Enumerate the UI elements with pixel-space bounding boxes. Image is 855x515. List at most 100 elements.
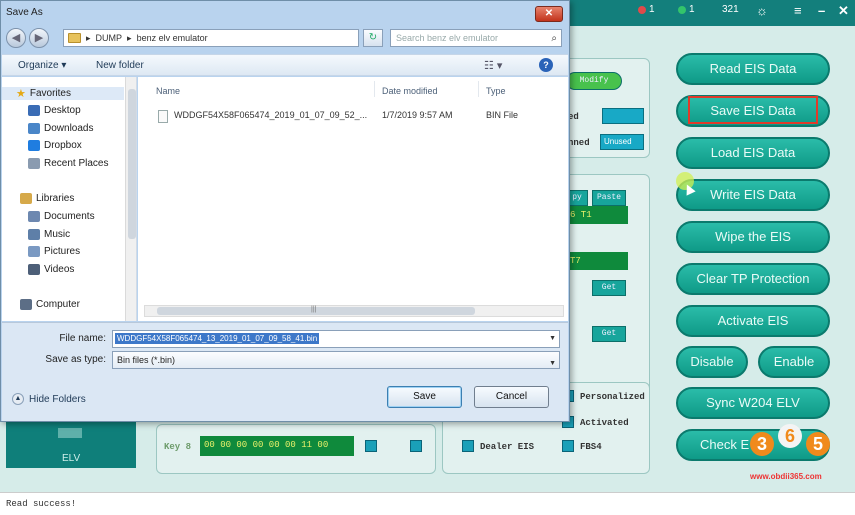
music-icon	[28, 229, 40, 240]
nav-pictures[interactable]: Pictures	[28, 246, 80, 257]
load-eis-data-button[interactable]: Load EIS Data	[676, 137, 830, 169]
elv-tile[interactable]: ELV	[6, 420, 136, 468]
star-icon: ★	[16, 88, 26, 100]
save-as-type-label: Save as type:	[45, 354, 106, 365]
nav-libraries[interactable]: Libraries	[20, 193, 74, 204]
elv-logo-icon	[58, 428, 82, 438]
forward-arrow-icon: ▶	[34, 32, 44, 44]
file-date: 1/7/2019 9:57 AM	[382, 110, 453, 120]
value-box-1[interactable]	[602, 108, 644, 124]
breadcrumb-benz-elv-emulator[interactable]: benz elv emulator	[137, 33, 208, 43]
watermark: 3 6 5 www.obdii365.com	[748, 424, 834, 488]
save-as-dialog: Save As ✕ ◀ ▶ ▸ DUMP ▸ benz elv emulator…	[0, 0, 570, 422]
modify-button[interactable]: Modify	[566, 72, 622, 90]
new-folder-button[interactable]: New folder	[96, 60, 144, 71]
clear-tp-protection-button[interactable]: Clear TP Protection	[676, 263, 830, 295]
fbs4-checkbox[interactable]	[562, 440, 574, 452]
nav-documents[interactable]: Documents	[28, 211, 95, 222]
key-field-t7: T7	[566, 252, 628, 270]
downloads-icon	[28, 123, 40, 134]
get-button-2[interactable]: Get	[592, 326, 626, 342]
activate-eis-button[interactable]: Activate EIS	[676, 305, 830, 337]
file-row[interactable]: WDDGF54X58F065474_2019_01_07_09_52_... 1…	[154, 107, 554, 123]
dealer-eis-checkbox[interactable]	[462, 440, 474, 452]
column-name[interactable]: Name	[156, 86, 180, 96]
activated-label: Activated	[580, 418, 629, 428]
minimize-icon[interactable]: –	[818, 3, 825, 18]
breadcrumb-dump[interactable]: DUMP	[96, 33, 123, 43]
file-name-label: File name:	[59, 333, 106, 344]
watermark-digit-3: 5	[806, 432, 830, 456]
sync-w204-elv-button[interactable]: Sync W204 ELV	[676, 387, 830, 419]
disable-button[interactable]: Disable	[676, 346, 748, 378]
chevron-down-icon[interactable]: ▼	[549, 356, 556, 372]
file-name-value: WDDGF54X58F065474_13_2019_01_07_09_58_41…	[115, 333, 320, 344]
get-button-1[interactable]: Get	[592, 280, 626, 296]
search-icon: ⌕	[551, 33, 557, 44]
videos-icon	[28, 264, 40, 275]
chevron-down-icon[interactable]: ▼	[549, 335, 556, 342]
personalized-label: Personalized	[580, 392, 645, 402]
enable-button[interactable]: Enable	[758, 346, 830, 378]
key8-action[interactable]	[410, 440, 422, 452]
documents-icon	[28, 211, 40, 222]
refresh-button[interactable]: ↻	[363, 29, 383, 47]
help-icon[interactable]: ?	[539, 58, 553, 72]
save-button[interactable]: Save	[387, 386, 462, 408]
chevron-up-icon: ▲	[12, 393, 24, 405]
wipe-eis-button[interactable]: Wipe the EIS	[676, 221, 830, 253]
forward-button[interactable]: ▶	[29, 28, 49, 48]
fbs4-label: FBS4	[580, 442, 602, 452]
save-form: File name: WDDGF54X58F065474_13_2019_01_…	[2, 322, 568, 421]
nav-computer[interactable]: Computer	[20, 299, 80, 310]
unused-box: Unused	[600, 134, 644, 150]
scroll-grip-icon: |||	[311, 306, 317, 313]
dropbox-icon	[28, 140, 40, 151]
paste-button[interactable]: Paste	[592, 190, 626, 206]
save-as-type-select[interactable]: Bin files (*.bin) ▼	[112, 351, 560, 369]
nav-scrollbar[interactable]	[125, 77, 136, 321]
save-button-highlight	[688, 96, 818, 124]
menu-icon[interactable]: ≡	[794, 3, 802, 18]
file-name-input[interactable]: WDDGF54X58F065474_13_2019_01_07_09_58_41…	[112, 330, 560, 348]
close-icon[interactable]: ✕	[838, 3, 849, 19]
nav-favorites[interactable]: ★ Favorites	[2, 87, 124, 100]
heart-icon	[638, 5, 646, 14]
organize-menu[interactable]: Organize ▾	[18, 60, 66, 71]
read-eis-data-button[interactable]: Read EIS Data	[676, 53, 830, 85]
back-button[interactable]: ◀	[6, 28, 26, 48]
key-field-t1: 6 T1	[566, 206, 628, 224]
horizontal-scrollbar[interactable]: |||	[144, 305, 564, 317]
key8-checkbox[interactable]	[365, 440, 377, 452]
nav-downloads[interactable]: Downloads	[28, 123, 93, 134]
view-options-icon[interactable]: ☷ ▾	[484, 59, 502, 72]
desktop-icon	[28, 105, 40, 116]
file-type: BIN File	[486, 110, 519, 120]
cancel-button[interactable]: Cancel	[474, 386, 549, 408]
indicator-green: 1	[678, 4, 695, 15]
refresh-icon: ↻	[368, 32, 378, 43]
back-arrow-icon: ◀	[11, 32, 21, 44]
nav-recent-places[interactable]: Recent Places	[28, 158, 108, 169]
dealer-eis-label: Dealer EIS	[480, 442, 535, 452]
bulb-icon[interactable]: ☼	[756, 3, 768, 18]
column-date-modified[interactable]: Date modified	[382, 86, 438, 96]
watermark-digit-2: 6	[778, 424, 802, 448]
search-input[interactable]: Search benz elv emulator ⌕	[390, 29, 562, 47]
column-type[interactable]: Type	[486, 86, 506, 96]
address-bar[interactable]: ▸ DUMP ▸ benz elv emulator ▼	[63, 29, 417, 47]
dialog-close-button[interactable]: ✕	[535, 6, 563, 22]
close-icon: ✕	[544, 8, 554, 19]
write-eis-data-button[interactable]: Write EIS Data	[676, 179, 830, 211]
nav-dropbox[interactable]: Dropbox	[28, 140, 82, 151]
watermark-digit-1: 3	[750, 432, 774, 456]
command-bar: Organize ▾ New folder ☷ ▾ ?	[2, 54, 568, 76]
status-text: Read success!	[6, 499, 77, 509]
hide-folders-toggle[interactable]: ▲ Hide Folders	[12, 393, 86, 405]
nav-desktop[interactable]: Desktop	[28, 105, 81, 116]
indicator-count: 321	[722, 4, 739, 15]
nav-music[interactable]: Music	[28, 229, 70, 240]
nav-videos[interactable]: Videos	[28, 264, 74, 275]
watermark-url: www.obdii365.com	[750, 472, 822, 481]
key8-label: Key 8	[164, 442, 192, 452]
